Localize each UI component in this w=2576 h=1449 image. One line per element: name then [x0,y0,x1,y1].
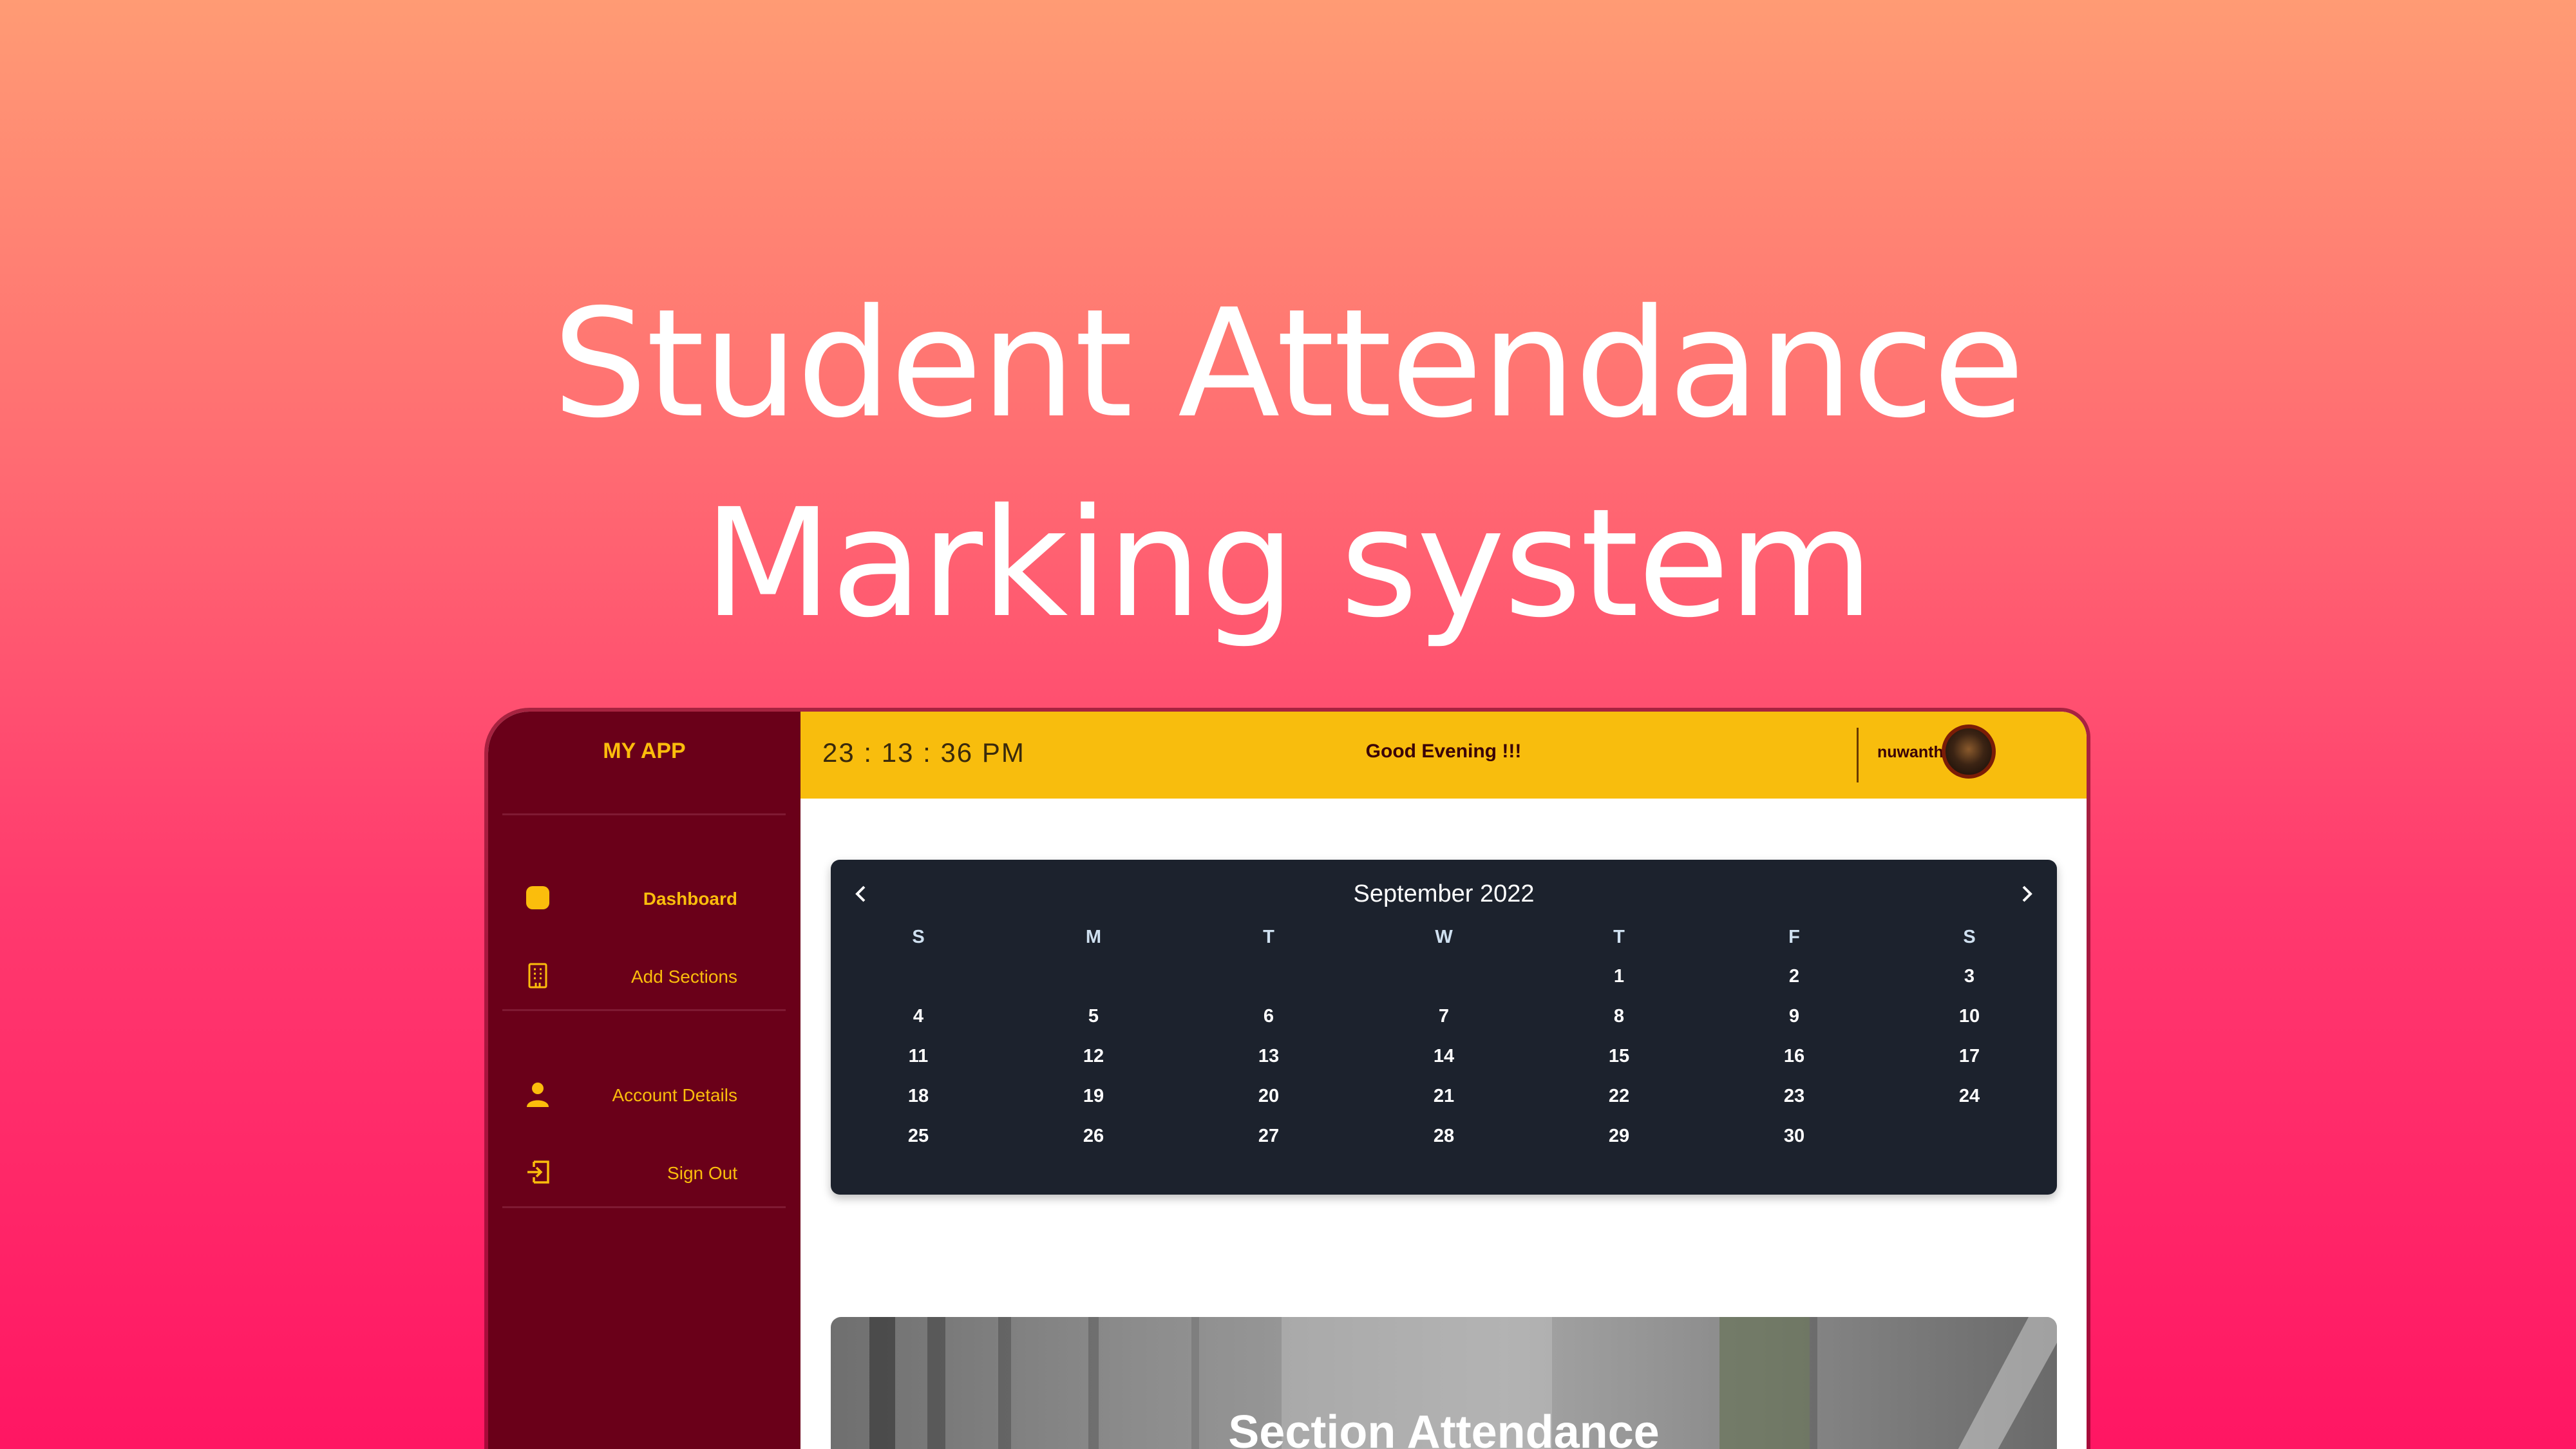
chevron-right-icon [2022,886,2032,902]
calendar-day[interactable]: 23 [1707,1076,1882,1116]
app-window: MY APP Dashboard Add Sections Account De… [488,712,2087,1449]
weekday-header: S [912,927,925,947]
calendar-day[interactable]: 15 [1531,1036,1707,1076]
sidebar-item-label: Sign Out [667,1163,737,1183]
sidebar-item-account-details[interactable]: Account Details [488,1066,800,1124]
calendar: September 2022 S M T W T F S 1 2 3 4 5 6 7 8 9 10 11 12 13 1… [831,860,2057,1195]
calendar-day[interactable]: 30 [1707,1116,1882,1156]
app-brand: MY APP [603,739,686,763]
avatar[interactable] [1942,724,1996,779]
section-attendance-card[interactable]: Section Attendance [831,1317,2057,1449]
calendar-empty-cell [831,956,1006,996]
calendar-day[interactable]: 14 [1356,1036,1531,1076]
calendar-day[interactable]: 12 [1006,1036,1181,1076]
calendar-day[interactable]: 28 [1356,1116,1531,1156]
calendar-day[interactable]: 3 [1882,956,2057,996]
calendar-day[interactable]: 17 [1882,1036,2057,1076]
sidebar-divider [502,1206,786,1208]
next-month-button[interactable] [2011,878,2043,910]
calendar-empty-cell [1356,956,1531,996]
weekday-header: F [1788,927,1800,947]
sidebar: MY APP Dashboard Add Sections Account De… [488,712,800,1449]
calendar-day[interactable]: 11 [831,1036,1006,1076]
calendar-month-title: September 2022 [1353,880,1535,907]
sidebar-item-label: Account Details [612,1085,737,1105]
hero-title: Student Attendance Marking system [0,264,2576,663]
calendar-day[interactable]: 10 [1882,996,2057,1036]
calendar-day[interactable]: 21 [1356,1076,1531,1116]
sidebar-divider [502,813,786,815]
weekday-header: T [1263,927,1274,947]
section-attendance-title: Section Attendance [1228,1406,1660,1449]
calendar-day[interactable]: 29 [1531,1116,1707,1156]
calendar-empty-cell [1006,956,1181,996]
calendar-day[interactable]: 2 [1707,956,1882,996]
dashboard-icon [524,884,552,912]
hero-title-line-2: Marking system [703,477,1873,650]
sidebar-item-add-sections[interactable]: Add Sections [488,947,800,1005]
calendar-day[interactable]: 16 [1707,1036,1882,1076]
sidebar-divider [502,1009,786,1011]
top-bar: 23 : 13 : 36 PM Good Evening !!! nuwanth… [800,712,2087,799]
weekday-header: T [1613,927,1625,947]
sidebar-item-label: Add Sections [631,967,737,987]
calendar-day[interactable]: 25 [831,1116,1006,1156]
calendar-day[interactable]: 18 [831,1076,1006,1116]
calendar-day[interactable]: 19 [1006,1076,1181,1116]
calendar-day[interactable]: 24 [1882,1076,2057,1116]
calendar-day[interactable]: 1 [1531,956,1707,996]
sign-out-icon [524,1158,552,1186]
calendar-day[interactable]: 4 [831,996,1006,1036]
calendar-day[interactable]: 20 [1181,1076,1356,1116]
calendar-day[interactable]: 22 [1531,1076,1707,1116]
topbar-divider [1857,728,1859,782]
user-icon [524,1080,552,1108]
calendar-empty-cell [1181,956,1356,996]
calendar-day[interactable]: 7 [1356,996,1531,1036]
building-icon [524,961,552,990]
sidebar-item-label: Dashboard [643,889,737,909]
calendar-day[interactable]: 6 [1181,996,1356,1036]
weekday-header: W [1435,927,1453,947]
calendar-day[interactable]: 9 [1707,996,1882,1036]
sidebar-item-dashboard[interactable]: Dashboard [488,869,800,927]
main-content: September 2022 S M T W T F S 1 2 3 4 5 6 7 8 9 10 11 12 13 1… [800,799,2087,1449]
calendar-day[interactable]: 27 [1181,1116,1356,1156]
weekday-header: M [1085,927,1102,947]
weekday-header: S [1963,927,1976,947]
calendar-empty-cell [1882,1116,2057,1156]
calendar-day[interactable]: 13 [1181,1036,1356,1076]
calendar-day[interactable]: 26 [1006,1116,1181,1156]
calendar-grid: S M T W T F S 1 2 3 4 5 6 7 8 9 10 11 12 13 14 15 16 17 18 19 20 21… [831,918,2057,1156]
sidebar-item-sign-out[interactable]: Sign Out [488,1144,800,1202]
calendar-day[interactable]: 5 [1006,996,1181,1036]
calendar-day[interactable]: 8 [1531,996,1707,1036]
hero-title-line-1: Student Attendance [552,277,2025,451]
